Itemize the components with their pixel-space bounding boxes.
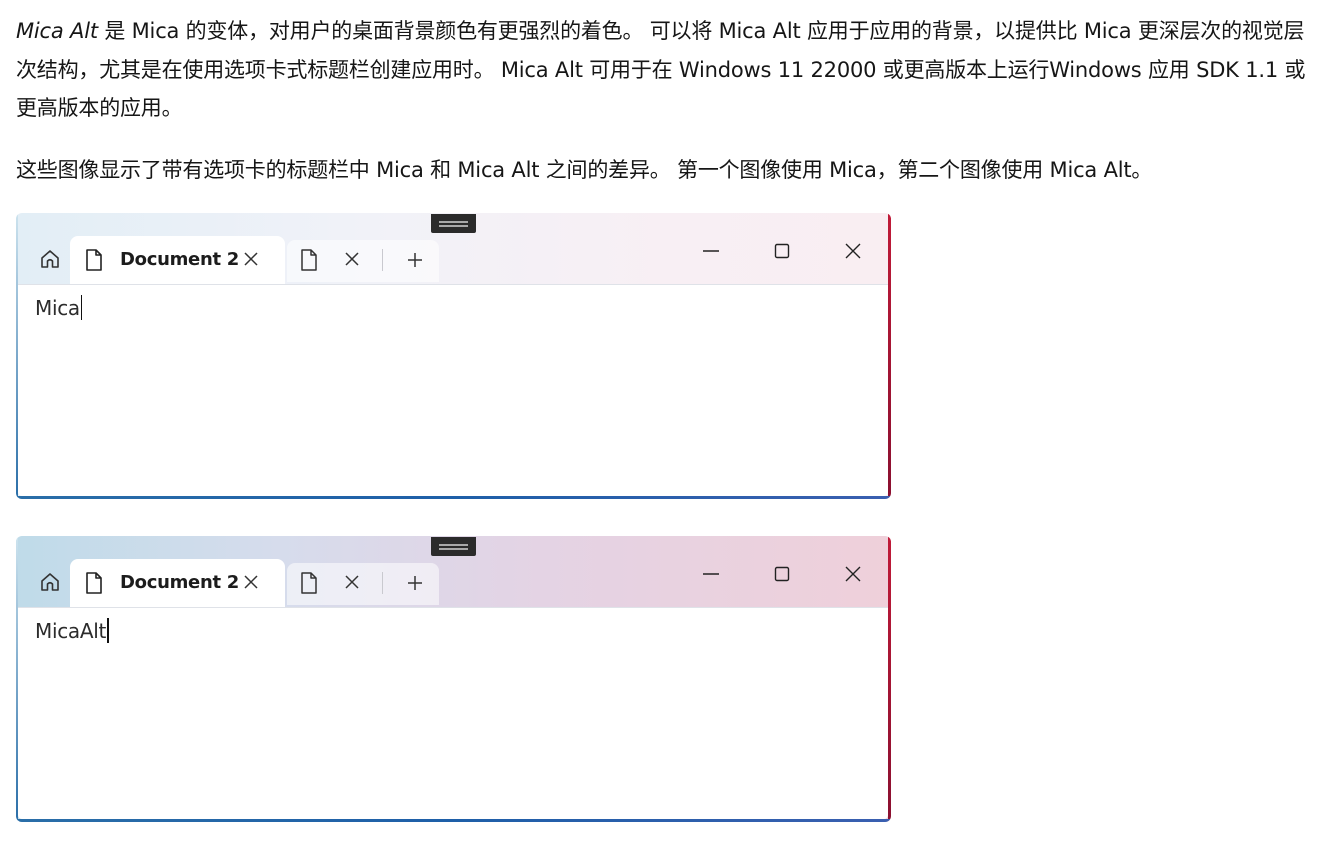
mica-window-screenshot: Document 2 Mica	[16, 213, 891, 499]
intro-text: 是 Mica 的变体，对用户的桌面背景颜色有更强烈的着色。 可以将 Mica A…	[16, 19, 1306, 120]
maximize-button[interactable]	[747, 235, 817, 265]
tab-title: Document 2	[120, 249, 239, 270]
tab-untitled[interactable]	[287, 240, 439, 282]
document-content-area[interactable]: Mica	[18, 284, 888, 496]
text-caret	[80, 295, 83, 320]
window-border-bottom	[16, 819, 891, 822]
close-icon[interactable]	[343, 573, 361, 591]
drag-handle[interactable]	[431, 537, 476, 556]
drag-handle[interactable]	[431, 214, 476, 233]
close-icon	[845, 243, 861, 259]
content-text: Mica	[35, 295, 83, 320]
text-caret	[107, 618, 109, 643]
document-content-area[interactable]: MicaAlt	[18, 607, 888, 819]
document-icon	[301, 572, 317, 594]
content-text: MicaAlt	[35, 618, 109, 643]
plus-icon[interactable]	[405, 573, 425, 593]
maximize-icon	[774, 243, 790, 259]
content-text-value: MicaAlt	[35, 619, 107, 643]
close-window-button[interactable]	[818, 558, 888, 588]
home-icon[interactable]	[38, 247, 62, 271]
tab-separator	[382, 572, 383, 594]
maximize-button[interactable]	[747, 558, 817, 588]
tab-document-2[interactable]: Document 2	[70, 559, 285, 607]
mica-alt-term: Mica Alt	[16, 19, 98, 43]
window-border-right	[888, 213, 891, 499]
close-icon[interactable]	[343, 250, 361, 268]
tab-document-2[interactable]: Document 2	[70, 236, 285, 284]
tab-separator	[382, 249, 383, 271]
close-icon	[845, 566, 861, 582]
minimize-icon	[703, 573, 719, 575]
minimize-button[interactable]	[676, 235, 746, 265]
intro-paragraph: Mica Alt 是 Mica 的变体，对用户的桌面背景颜色有更强烈的着色。 可…	[16, 12, 1306, 128]
mica-alt-window-screenshot: Document 2 MicaAlt	[16, 536, 891, 822]
comparison-paragraph: 这些图像显示了带有选项卡的标题栏中 Mica 和 Mica Alt 之间的差异。…	[16, 158, 1153, 182]
tab-untitled[interactable]	[287, 563, 439, 605]
document-icon	[86, 572, 102, 594]
plus-icon[interactable]	[405, 250, 425, 270]
content-text-value: Mica	[35, 296, 80, 320]
document-icon	[86, 249, 102, 271]
document-icon	[301, 249, 317, 271]
close-icon[interactable]	[242, 250, 260, 268]
home-icon[interactable]	[38, 570, 62, 594]
minimize-button[interactable]	[676, 558, 746, 588]
tab-title: Document 2	[120, 572, 239, 593]
close-window-button[interactable]	[818, 235, 888, 265]
maximize-icon	[774, 566, 790, 582]
minimize-icon	[703, 250, 719, 252]
close-icon[interactable]	[242, 573, 260, 591]
window-border-bottom	[16, 496, 891, 499]
window-border-right	[888, 536, 891, 822]
